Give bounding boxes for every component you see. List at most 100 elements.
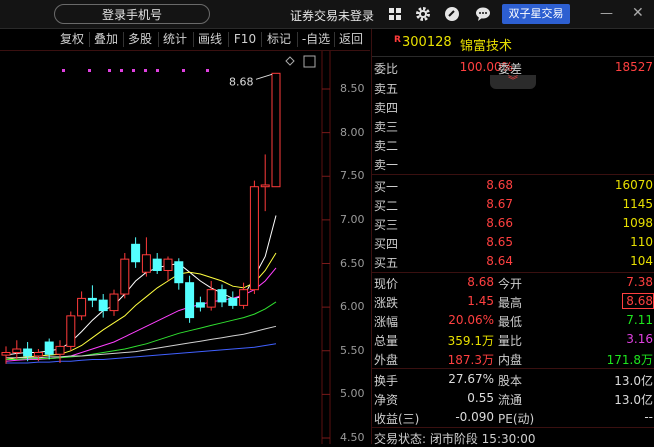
sell-label: 卖三 [374, 120, 399, 134]
quote-panel: R 300128 锦富技术 委比 100.00% 委差 18527 ︾ 卖五 卖… [371, 29, 654, 447]
phone-login-button[interactable]: 登录手机号 [54, 4, 210, 24]
candle-body [98, 299, 108, 312]
toolbar-multi-stock-button[interactable]: 多股 [125, 31, 155, 48]
buy-price: 8.68 [486, 178, 513, 192]
float-shares-value: 13.0亿 [614, 393, 653, 407]
grid-icon[interactable] [386, 5, 404, 23]
toolbar-remove-watchlist-button[interactable]: -自选 [299, 31, 333, 48]
y-tick-label: 5.00 [340, 387, 365, 401]
stat-row-change: 涨跌 1.45 最高 8.68 [372, 292, 654, 311]
candle-body [87, 297, 97, 301]
chat-icon[interactable] [474, 5, 492, 23]
stock-header[interactable]: R 300128 锦富技术 [372, 29, 654, 57]
signal-marker [144, 69, 147, 72]
y-tick-label: 6.50 [340, 256, 365, 270]
candle-body [239, 289, 249, 306]
toolbar-overlay-button[interactable]: 叠加 [91, 31, 121, 48]
toolbar-divider [334, 32, 335, 47]
toolbar-draw-line-button[interactable]: 画线 [195, 31, 225, 48]
toolbar-back-button[interactable]: 返回 [336, 31, 366, 48]
candle-body [120, 258, 130, 295]
candle-body [33, 351, 43, 357]
signal-marker [108, 69, 111, 72]
stat-label: 收益(三) [374, 412, 420, 426]
sell-level-2: 卖二 [372, 135, 654, 154]
stat-row-price: 现价 8.68 今开 7.38 [372, 273, 654, 292]
trade-status-row: 交易状态: 闭市阶段 15:30:00 [372, 428, 654, 447]
candle-body [23, 348, 33, 357]
diamond-icon [285, 56, 295, 66]
buy-level-5[interactable]: 买五 8.64 104 [372, 252, 654, 271]
buy-price: 8.64 [486, 254, 513, 268]
weicha-value: 18527 [614, 60, 653, 74]
toolbar-stats-button[interactable]: 统计 [160, 31, 190, 48]
buy-label: 买三 [374, 218, 399, 232]
stat-label: PE(动) [498, 412, 535, 426]
stat-label: 最高 [498, 296, 523, 310]
moving-average-line [5, 215, 277, 356]
turnover-value: 27.67% [448, 372, 494, 386]
securities-login-status[interactable]: 证券交易未登录 [290, 7, 374, 24]
buy-level-4[interactable]: 买四 8.65 110 [372, 233, 654, 252]
sell-label: 卖四 [374, 101, 399, 115]
candle-body [228, 297, 238, 306]
chart-canvas: 8.68 [1, 51, 331, 444]
high-annotation-arrow [255, 73, 273, 80]
buy-level-3[interactable]: 买三 8.66 1098 [372, 214, 654, 233]
buy-volume: 1098 [622, 216, 653, 230]
buy-level-1[interactable]: 买一 8.68 16070 [372, 176, 654, 195]
candlestick-chart[interactable]: 8.68 8.50 8.00 7.50 7.00 6.50 6.00 5.50 5.00 4.5… [0, 51, 370, 444]
buy-volume: 110 [630, 235, 653, 249]
current-price-value: 8.68 [467, 275, 494, 289]
sell-label: 卖二 [374, 139, 399, 153]
weibi-label: 委比 [374, 62, 399, 76]
high-annotation-label: 8.68 [229, 75, 254, 88]
buy-price: 8.66 [486, 216, 513, 230]
y-tick-label: 5.50 [340, 343, 365, 357]
stat-label: 股本 [498, 374, 523, 388]
stat-label: 换手 [374, 374, 399, 388]
chart-toolbar: 复权 叠加 多股 统计 画线 F10 标记 -自选 返回 [0, 29, 370, 51]
toolbar-fuquan-button[interactable]: 复权 [57, 31, 87, 48]
candle-body [44, 341, 54, 355]
sell-label: 卖五 [374, 82, 399, 96]
gear-icon[interactable] [414, 5, 432, 23]
pe-value: -- [644, 410, 653, 424]
chart-settings-icon [303, 55, 316, 68]
sell-level-1: 卖一 [372, 154, 654, 173]
candle-body [66, 315, 76, 347]
stat-row-volume: 总量 359.1万 量比 3.16 [372, 330, 654, 349]
link-icon[interactable] [443, 5, 461, 23]
sell-level-4: 卖四 [372, 97, 654, 116]
candle-body [185, 282, 195, 319]
toolbar-divider [297, 32, 298, 47]
trade-status-text: 交易状态: 闭市阶段 15:30:00 [374, 432, 536, 446]
candle-body [271, 72, 281, 188]
stat-label: 量比 [498, 334, 523, 348]
signal-marker [120, 69, 123, 72]
sell-level-3: 卖三 [372, 116, 654, 135]
margin-trading-badge: R [394, 35, 401, 45]
share-capital-value: 13.0亿 [614, 374, 653, 388]
toolbar-f10-button[interactable]: F10 [231, 31, 259, 48]
toolbar-mark-button[interactable]: 标记 [263, 31, 295, 48]
minimize-icon[interactable]: — [600, 6, 613, 21]
toolbar-divider [228, 32, 229, 47]
outer-volume-value: 187.3万 [447, 353, 494, 367]
buy-price: 8.65 [486, 235, 513, 249]
stat-label: 涨幅 [374, 315, 399, 329]
stat-label: 内盘 [498, 353, 523, 367]
divider [372, 174, 654, 175]
volume-ratio-value: 3.16 [626, 332, 653, 346]
sell-label: 卖一 [374, 158, 399, 172]
stat-row-disk: 外盘 187.3万 内盘 171.8万 [372, 349, 654, 368]
twin-star-trade-button[interactable]: 双子星交易 [502, 4, 570, 24]
close-icon[interactable]: ✕ [632, 5, 644, 21]
candle-body [55, 345, 65, 355]
buy-level-2[interactable]: 买二 8.67 1145 [372, 195, 654, 214]
high-price-value: 8.68 [626, 294, 653, 308]
open-price-value: 7.38 [626, 275, 653, 289]
candle-body [206, 289, 216, 308]
stat-label: 今开 [498, 277, 523, 291]
candle-body [77, 297, 87, 317]
